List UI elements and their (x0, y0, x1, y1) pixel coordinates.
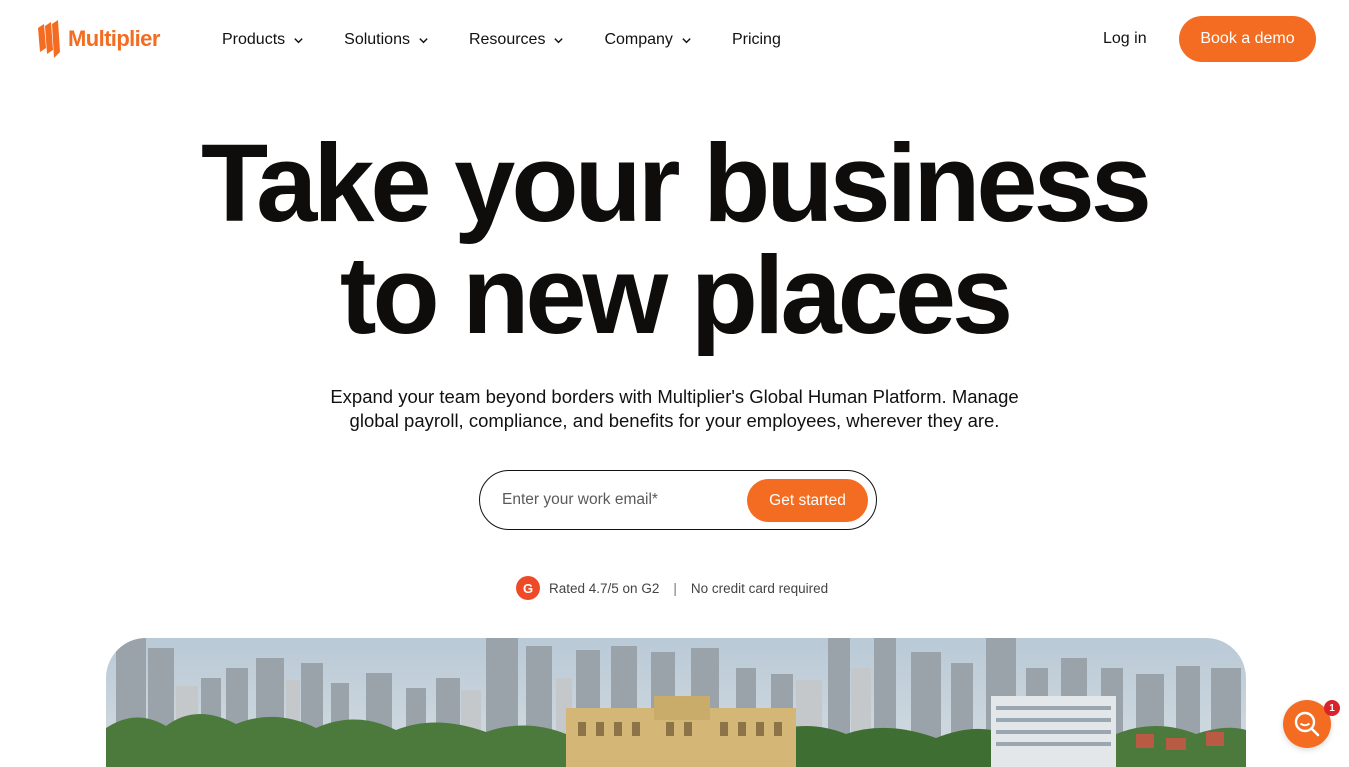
multiplier-logo-icon (38, 20, 60, 58)
main-nav: Products Solutions Resources Company Pri… (222, 28, 781, 52)
g2-logo-icon: G (516, 576, 540, 600)
book-demo-button[interactable]: Book a demo (1179, 16, 1316, 62)
signup-form: Get started (479, 470, 877, 530)
nav-item-label: Products (222, 31, 286, 48)
get-started-button[interactable]: Get started (747, 479, 868, 522)
site-header: Multiplier Products Solutions Resources … (0, 0, 1349, 80)
trust-line: G Rated 4.7/5 on G2 | No credit card req… (516, 576, 828, 600)
nav-item-products[interactable]: Products (222, 28, 304, 52)
chevron-down-icon (419, 37, 428, 43)
nav-item-label: Company (604, 31, 673, 48)
hero-title-line-2: to new places (339, 234, 1013, 357)
hero-subtitle-line-1: Expand your team beyond borders with Mul… (330, 386, 1019, 407)
notification-badge: 1 (1324, 700, 1340, 716)
nav-item-pricing[interactable]: Pricing (732, 28, 781, 52)
nav-item-company[interactable]: Company (604, 28, 691, 52)
hero-title-line-1: Take your business (201, 122, 1152, 245)
chat-search-icon (1294, 711, 1320, 737)
work-email-input[interactable] (502, 485, 732, 515)
hero-subtitle: Expand your team beyond borders with Mul… (0, 385, 1349, 433)
chevron-down-icon (294, 37, 303, 43)
divider: | (673, 580, 677, 596)
nav-item-label: Solutions (344, 31, 410, 48)
hero-city-image (106, 638, 1246, 767)
g2-rating-text: Rated 4.7/5 on G2 (549, 580, 660, 596)
nav-item-resources[interactable]: Resources (469, 28, 564, 52)
multiplier-logo[interactable]: Multiplier (36, 18, 160, 60)
hero-subtitle-line-2: global payroll, compliance, and benefits… (349, 410, 1000, 431)
nav-item-label: Resources (468, 31, 546, 48)
city-skyline-image (106, 638, 1246, 767)
no-credit-card-text: No credit card required (690, 580, 829, 596)
hero-title: Take your business to new places (0, 128, 1349, 352)
nav-item-label: Pricing (731, 31, 781, 48)
chevron-down-icon (554, 37, 564, 43)
chevron-down-icon (682, 37, 691, 43)
login-link[interactable]: Log in (1103, 30, 1147, 48)
nav-item-solutions[interactable]: Solutions (344, 28, 429, 52)
logo-wordmark: Multiplier (68, 26, 160, 51)
